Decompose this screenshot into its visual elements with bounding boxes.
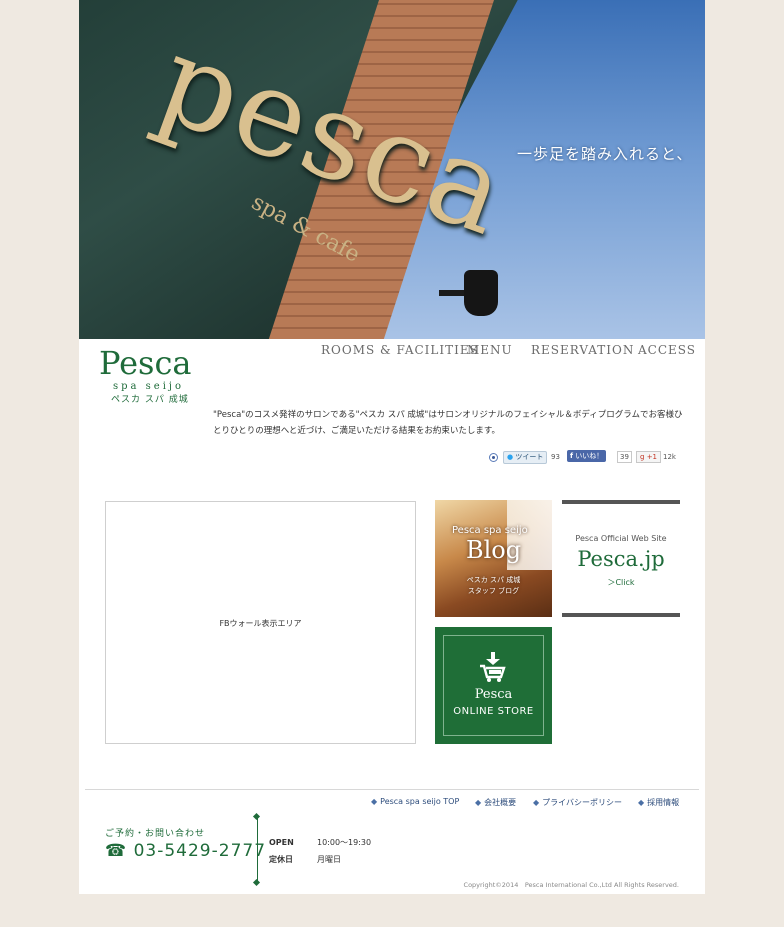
online-store-label: ONLINE STORE [453, 706, 534, 717]
gplus-label: +1 [646, 453, 658, 461]
blog-banner-brand: Pesca spa seijo [452, 525, 528, 536]
official-site-click-link[interactable]: ＞Click [562, 577, 680, 588]
footer-vertical-divider [257, 817, 258, 882]
online-store-banner[interactable]: Pesca ONLINE STORE [435, 627, 552, 744]
copyright: Copyright©2014 Pesca International Co.,L… [463, 881, 679, 889]
nav-menu[interactable]: MENU [467, 343, 513, 357]
blog-banner[interactable]: Pesca spa seijo Blog ペスカ スパ 成城 スタッフ ブログ [435, 500, 552, 617]
footer-divider [85, 789, 699, 790]
hero-tagline: 一歩足を踏み入れると、 [517, 145, 693, 163]
business-hours: OPEN 10:00～19:30 定休日 月曜日 [269, 834, 371, 868]
radio-icon[interactable] [489, 453, 498, 462]
contact-label: ご予約・お問い合わせ [105, 829, 206, 839]
holiday-row: 定休日 月曜日 [269, 851, 371, 868]
google-icon: g [640, 453, 645, 461]
tweet-label: ツイート [515, 453, 544, 461]
holiday-label: 定休日 [269, 855, 293, 864]
online-store-brand: Pesca [474, 687, 513, 702]
logo-sub-en: spa seijo [113, 381, 185, 392]
like-count: 39 [617, 451, 632, 463]
nav-rooms-facilities[interactable]: ROOMS & FACILITIES [321, 343, 479, 357]
blog-banner-caption-1: ペスカ スパ 成城 [466, 576, 521, 584]
telephone-icon: ☎ [105, 841, 128, 861]
facebook-wall-label: FBウォール表示エリア [219, 619, 302, 628]
page-container: pesca spa & cafe 一歩足を踏み入れると、 Pesca spa s… [79, 0, 705, 894]
blog-banner-caption-2: スタッフ ブログ [467, 587, 520, 595]
facebook-wall-area: FBウォール表示エリア [105, 501, 416, 744]
footer-link-top[interactable]: Pesca spa seijo TOP [371, 797, 459, 806]
facebook-like-button[interactable]: f いいね！ [567, 450, 607, 462]
official-site-title: Pesca.jp [577, 547, 665, 571]
footer-link-recruit[interactable]: 採用情報 [638, 797, 679, 808]
holiday-value: 月曜日 [317, 855, 341, 864]
phone-number[interactable]: ☎ 03-5429-2777 [105, 841, 266, 861]
official-site-caption: Pesca Official Web Site [575, 534, 667, 543]
wall-lamp [464, 270, 498, 316]
logo-name: Pesca [99, 344, 192, 382]
hours-row: OPEN 10:00～19:30 [269, 834, 371, 851]
gplus-count: 12k [663, 453, 676, 461]
social-buttons: ● ツイート 93 f いいね！ 39 g +1 12k [489, 450, 679, 464]
cart-download-icon [480, 652, 506, 682]
nav-reservation[interactable]: RESERVATION [531, 343, 634, 357]
hours-value: 10:00～19:30 [317, 838, 372, 847]
blog-banner-caption: ペスカ スパ 成城 スタッフ ブログ [435, 575, 552, 597]
tweet-count: 93 [551, 453, 560, 461]
site-logo[interactable]: Pesca spa seijo ペスカ スパ 成城 [99, 345, 191, 405]
twitter-bird-icon: ● [507, 453, 514, 461]
footer-links: Pesca spa seijo TOP 会社概要 プライバシーポリシー 採用情報 [364, 797, 684, 809]
blog-banner-title: Blog [465, 536, 522, 564]
phone-number-text: 03-5429-2777 [133, 841, 267, 861]
official-site-banner[interactable]: Pesca Official Web Site Pesca.jp ＞Click [562, 500, 680, 617]
hero-image: pesca spa & cafe 一歩足を踏み入れると、 [79, 0, 705, 339]
logo-sub-ja: ペスカ スパ 成城 [111, 395, 189, 405]
hours-label: OPEN [269, 838, 294, 847]
main-nav: ROOMS & FACILITIES MENU RESERVATION ACCE… [319, 343, 695, 359]
online-store-frame [443, 635, 544, 736]
like-label: いいね！ [575, 452, 604, 460]
google-plus-button[interactable]: g +1 [636, 451, 662, 463]
footer-link-privacy[interactable]: プライバシーポリシー [533, 797, 622, 808]
intro-text: "Pesca"のコスメ発祥のサロンである"ペスカ スパ 成城"はサロンオリジナル… [213, 409, 683, 436]
tweet-button[interactable]: ● ツイート [503, 451, 548, 464]
nav-access[interactable]: ACCESS [638, 343, 696, 357]
facebook-icon: f [570, 452, 574, 460]
footer-link-company[interactable]: 会社概要 [475, 797, 516, 808]
